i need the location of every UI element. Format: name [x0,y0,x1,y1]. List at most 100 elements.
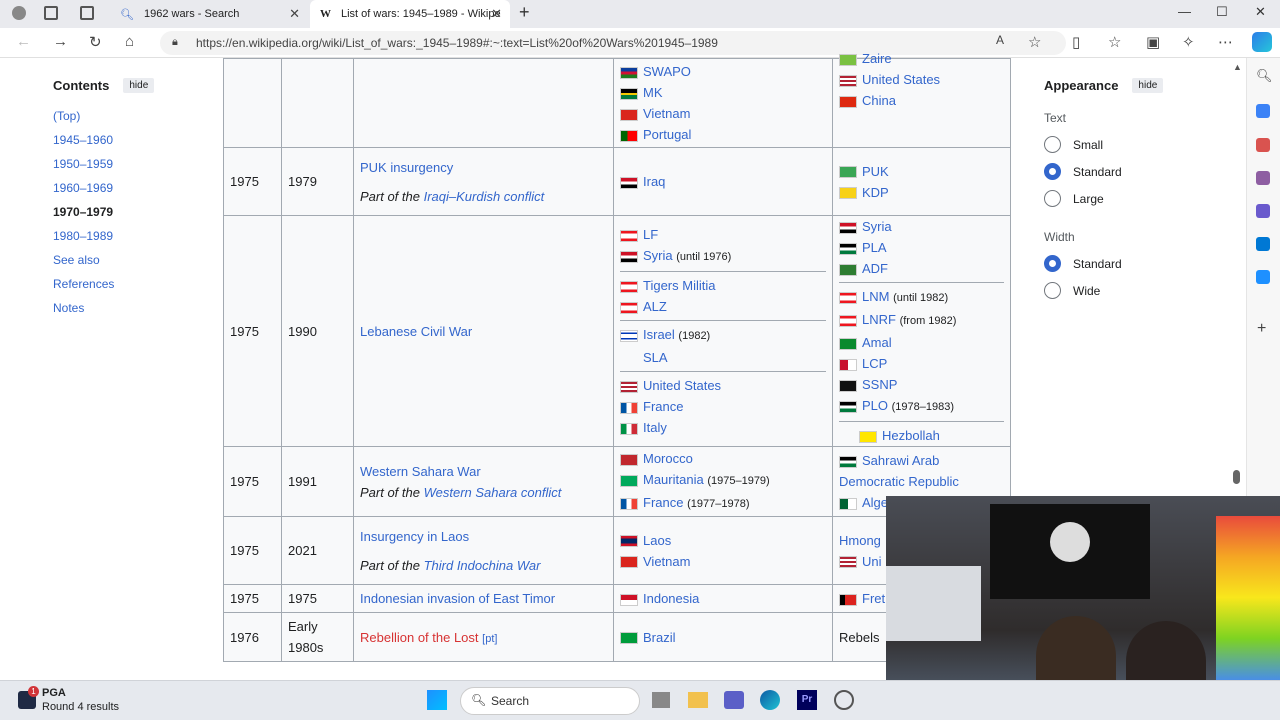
premiere-icon[interactable]: Pr [797,690,817,710]
party-link[interactable]: Hmong [839,533,881,548]
teams-icon[interactable] [724,691,744,709]
microsoft-365-icon[interactable] [1256,204,1270,218]
search-icon[interactable]: 🔍︎ [1256,68,1273,84]
radio-selected-icon[interactable] [1044,163,1061,180]
party-link[interactable]: LNM [862,289,889,304]
party-link[interactable]: Amal [862,335,892,350]
page-scrollbar[interactable]: ▲ [1231,62,1242,492]
tab-search[interactable]: 🔍︎ 1962 wars - Search ✕ [110,0,308,28]
profile-icon[interactable] [12,6,26,20]
widget-subtitle[interactable]: Round 4 results [42,701,119,713]
toc-hide-button[interactable]: hide [123,78,155,93]
part-of-link[interactable]: Western Sahara conflict [424,485,562,500]
scroll-up-icon[interactable]: ▲ [1233,62,1242,72]
maximize-icon[interactable]: ☐ [1216,4,1228,20]
party-link[interactable]: Iraq [643,174,665,189]
party-link[interactable]: MK [643,85,663,100]
war-link[interactable]: PUK insurgency [360,160,453,175]
favorite-star-icon[interactable]: ☆ [1028,33,1041,51]
party-link[interactable]: Uni [862,554,882,569]
width-standard-option[interactable]: Standard [1044,250,1184,277]
party-link[interactable]: PLA [862,240,887,255]
tab-actions-icon[interactable] [80,6,94,20]
party-link[interactable]: Tigers Militia [643,278,715,293]
app-icon[interactable] [834,690,854,710]
widget-title[interactable]: PGA [42,687,66,699]
window-close-icon[interactable]: ✕ [1255,4,1266,20]
party-link[interactable]: LCP [862,356,887,371]
toc-item-top[interactable]: (Top) [53,109,80,123]
toc-item-1960-1969[interactable]: 1960–1969 [53,181,113,195]
toc-item-1945-1960[interactable]: 1945–1960 [53,133,113,147]
send-icon[interactable] [1256,270,1270,284]
tab-wikipedia[interactable]: W List of wars: 1945–1989 - Wikipe ✕ [310,0,510,28]
party-link[interactable]: China [862,93,896,108]
party-link[interactable]: Brazil [643,630,676,645]
toc-item-1950-1959[interactable]: 1950–1959 [53,157,113,171]
party-link[interactable]: Morocco [643,451,693,466]
party-link[interactable]: ALZ [643,299,667,314]
radio-icon[interactable] [1044,190,1061,207]
games-icon[interactable] [1256,171,1270,185]
party-link[interactable]: LNRF [862,312,896,327]
party-link[interactable]: SSNP [862,377,897,392]
text-small-option[interactable]: Small [1044,131,1184,158]
war-link[interactable]: Western Sahara War [360,464,481,479]
outlook-icon[interactable] [1256,237,1270,251]
new-tab-icon[interactable]: + [519,2,530,23]
part-of-link[interactable]: Iraqi–Kurdish conflict [424,189,545,204]
forward-icon[interactable]: → [53,33,68,50]
party-link[interactable]: ADF [862,261,888,276]
add-icon[interactable]: + [1257,320,1266,338]
war-link[interactable]: Rebellion of the Lost [360,630,479,645]
toc-item-1970-1979[interactable]: 1970–1979 [53,205,113,219]
toc-item-see-also[interactable]: See also [53,253,100,267]
text-standard-option[interactable]: Standard [1044,158,1184,185]
radio-selected-icon[interactable] [1044,255,1061,272]
scroll-thumb[interactable] [1233,470,1240,484]
more-menu-icon[interactable]: ⋯ [1218,33,1233,51]
party-link[interactable]: LF [643,227,658,242]
task-view-icon[interactable] [652,692,670,708]
party-link[interactable]: PUK [862,164,889,179]
party-link[interactable]: United States [862,72,940,87]
party-link[interactable]: PLO [862,398,888,413]
party-link[interactable]: Vietnam [643,554,690,569]
party-link[interactable]: Mauritania [643,472,704,487]
toc-item-1980-1989[interactable]: 1980–1989 [53,229,113,243]
text-large-option[interactable]: Large [1044,185,1184,212]
minimize-icon[interactable]: — [1178,4,1191,19]
party-link[interactable]: Hezbollah [882,428,940,443]
party-link[interactable]: Israel [643,327,675,342]
close-icon[interactable]: ✕ [491,6,502,22]
part-of-link[interactable]: Third Indochina War [424,558,541,573]
taskbar-search[interactable]: 🔍︎ Search [460,687,640,715]
refresh-icon[interactable]: ↻ [89,33,102,51]
copilot-icon[interactable] [1252,32,1272,52]
party-link[interactable]: France [643,399,683,414]
tools-icon[interactable] [1256,138,1270,152]
close-icon[interactable]: ✕ [289,6,300,22]
party-link[interactable]: Vietnam [643,106,690,121]
extensions-icon[interactable]: ✧ [1182,33,1195,51]
party-link[interactable]: SWAPO [643,64,691,79]
toc-item-references[interactable]: References [53,277,114,291]
collections-icon[interactable]: ▣ [1146,33,1160,51]
war-link[interactable]: Lebanese Civil War [360,324,472,339]
war-link[interactable]: Insurgency in Laos [360,529,469,544]
party-link[interactable]: SLA [643,350,668,365]
workspaces-icon[interactable] [44,6,58,20]
back-icon[interactable]: ← [16,33,31,50]
party-link[interactable]: France [643,495,683,510]
party-link[interactable]: Laos [643,533,671,548]
party-link[interactable]: United States [643,378,721,393]
party-link[interactable]: Zaire [862,51,892,66]
party-link[interactable]: Syria [643,248,673,263]
party-link[interactable]: Portugal [643,127,691,142]
width-wide-option[interactable]: Wide [1044,277,1184,304]
split-screen-icon[interactable]: ▯ [1072,33,1080,51]
windows-start-icon[interactable] [427,690,447,710]
read-aloud-icon[interactable]: A [996,33,1004,47]
party-link[interactable]: Indonesia [643,591,699,606]
party-link[interactable]: Fret [862,591,885,606]
